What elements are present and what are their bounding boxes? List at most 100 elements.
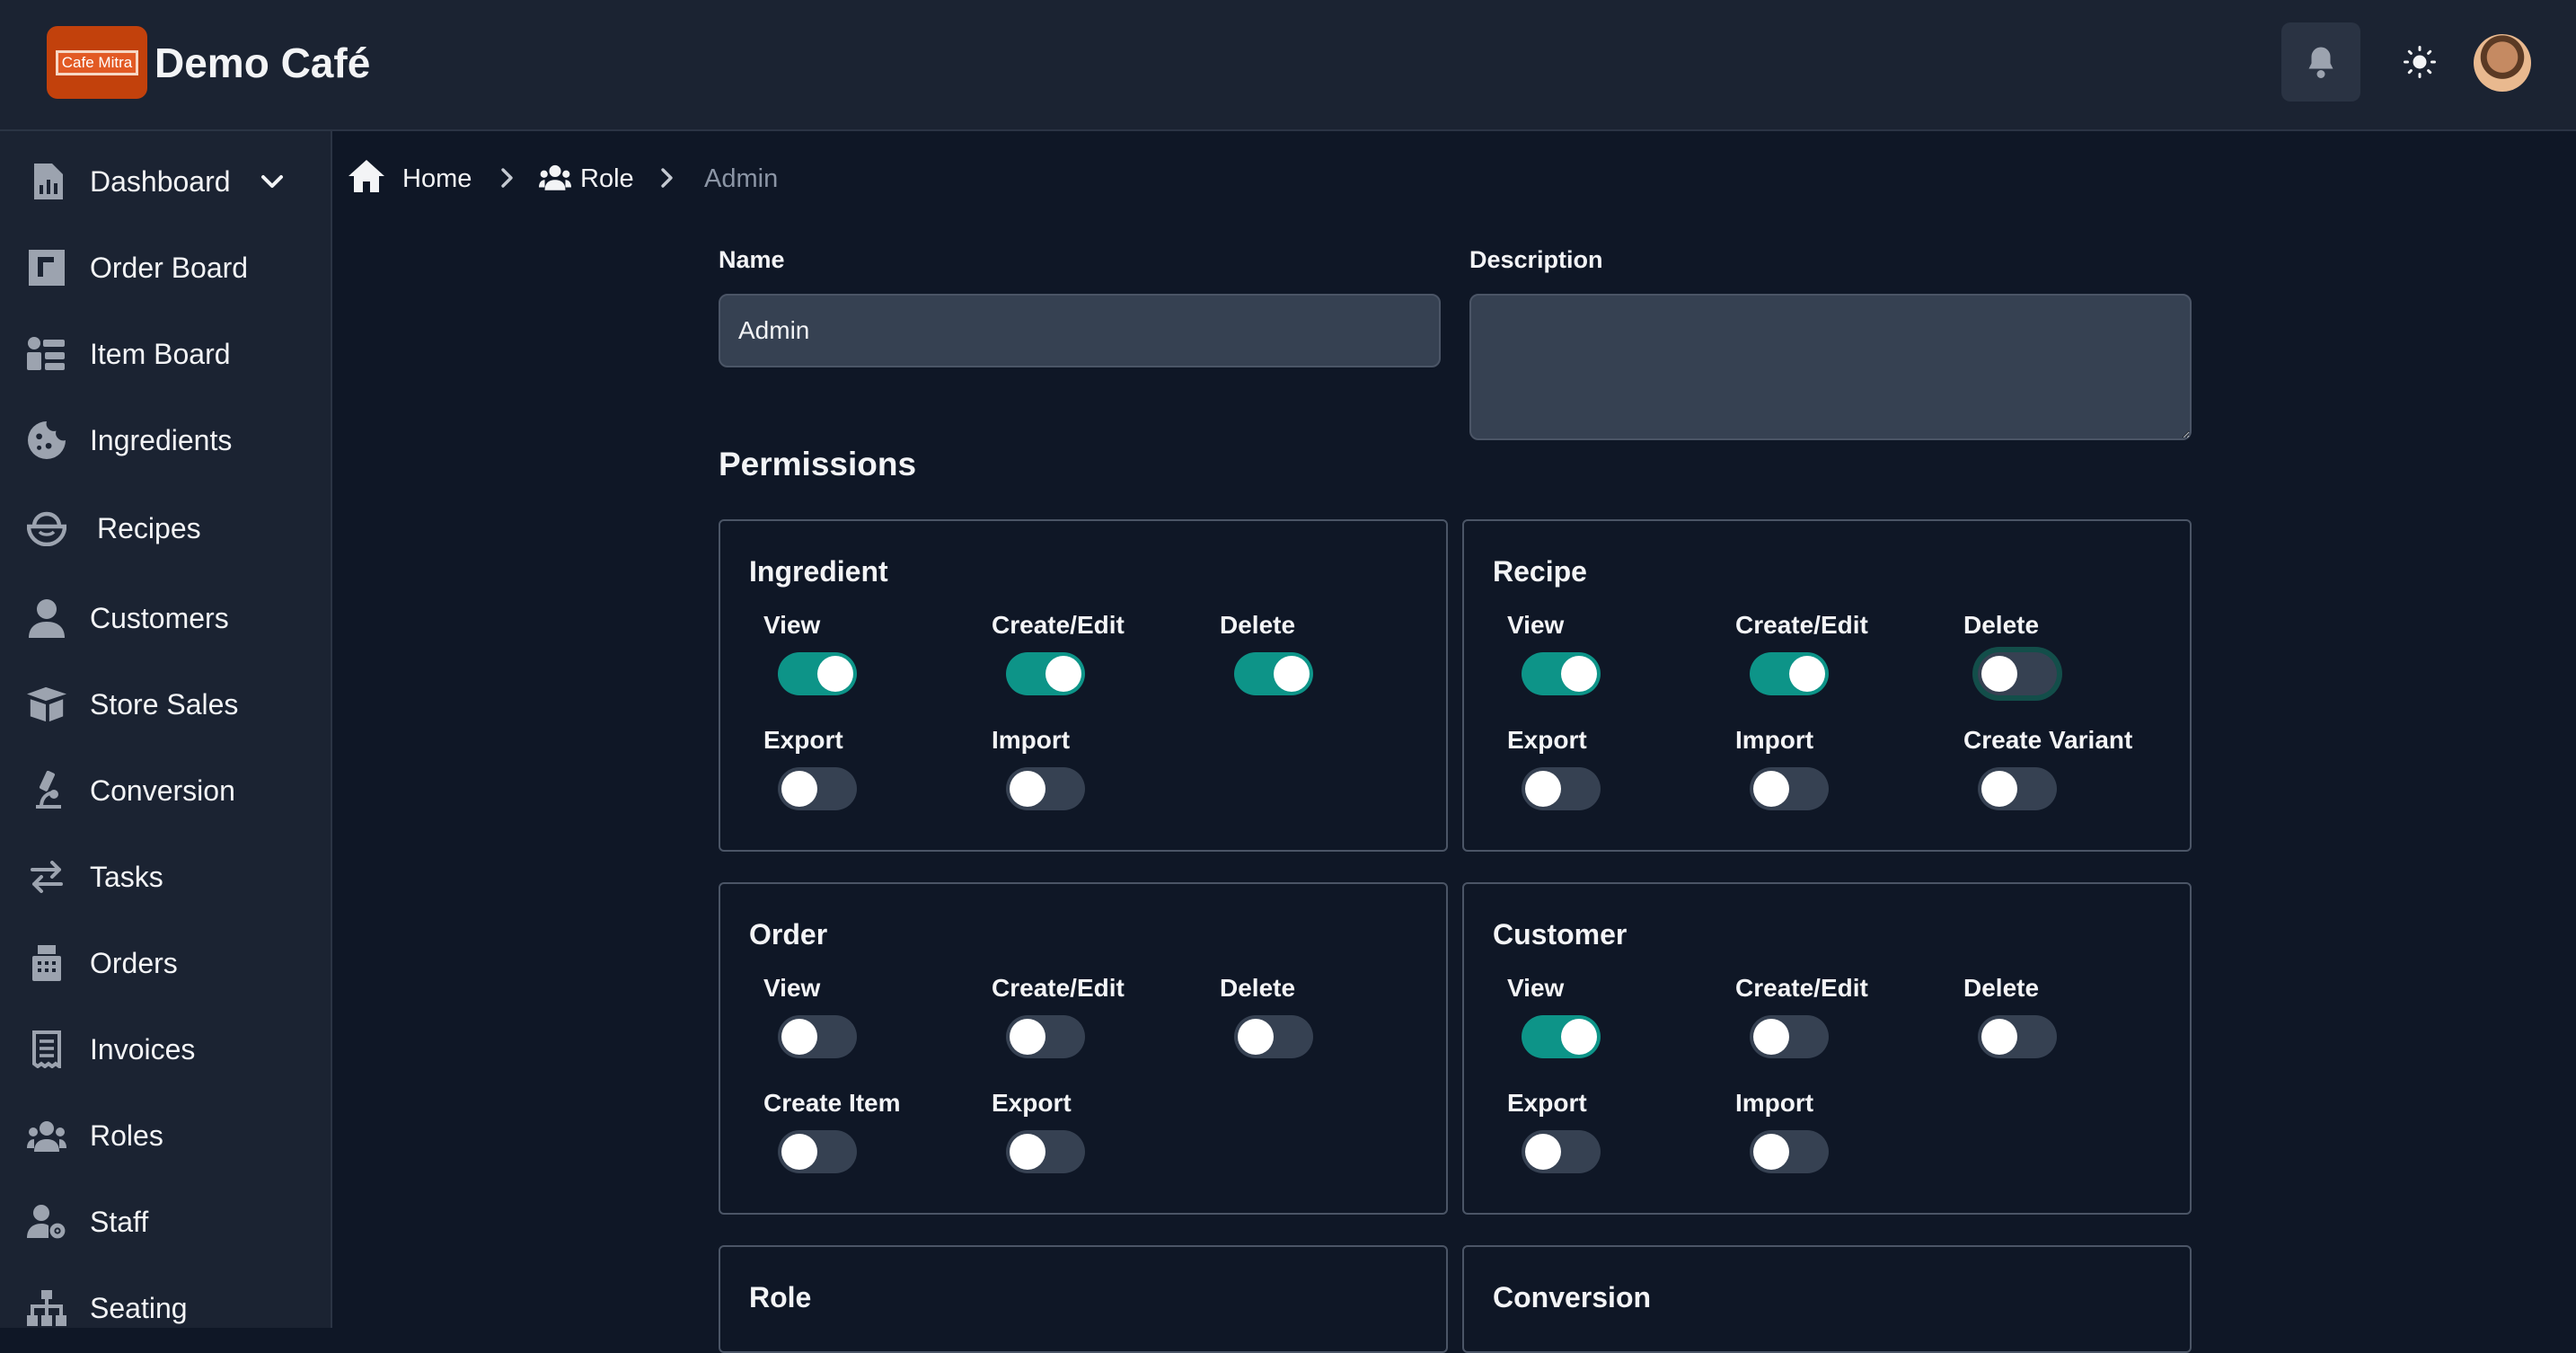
sidebar-item-label: Dashboard (90, 164, 231, 198)
sitemap-icon (27, 1288, 66, 1328)
perm-label-delete: Delete (1220, 974, 1296, 1002)
toggle-knob (1753, 1019, 1789, 1055)
toggle-knob (1045, 656, 1081, 692)
toggle-recipe-delete[interactable] (1978, 652, 2057, 695)
toggle-ingredient-delete[interactable] (1234, 652, 1313, 695)
sidebar-item-staff[interactable]: Staff (0, 1186, 331, 1258)
name-input[interactable] (719, 294, 1441, 367)
perm-label-import: Import (1735, 726, 1814, 754)
toggle-customer-create-edit[interactable] (1750, 1015, 1829, 1058)
toggle-recipe-create-edit[interactable] (1750, 652, 1829, 695)
sidebar-item-label: Customers (90, 601, 229, 634)
toggle-order-create-edit[interactable] (1006, 1015, 1085, 1058)
perm-label-export: Export (763, 726, 843, 754)
sidebar-item-ingredients[interactable]: Ingredients (0, 404, 331, 476)
perm-label-view: View (763, 974, 821, 1002)
toggle-customer-delete[interactable] (1978, 1015, 2057, 1058)
perm-label-view: View (1507, 611, 1565, 639)
toggle-ingredient-export[interactable] (778, 767, 857, 810)
sidebar-item-item-board[interactable]: Item Board (0, 318, 331, 390)
toggle-customer-import[interactable] (1750, 1130, 1829, 1173)
sidebar-item-orders[interactable]: Orders (0, 927, 331, 999)
sidebar-item-order-board[interactable]: Order Board (0, 232, 331, 304)
toggle-ingredient-view[interactable] (778, 652, 857, 695)
toggle-knob (1789, 656, 1825, 692)
toggle-knob (1525, 1134, 1561, 1170)
permission-card-recipe: Recipe View Create/Edit Delete Export Im… (1462, 519, 2192, 852)
toggle-recipe-export[interactable] (1522, 767, 1601, 810)
users-icon (27, 1116, 66, 1155)
permissions-title: Permissions (719, 446, 917, 482)
toggle-knob (817, 656, 853, 692)
perm-label-view: View (763, 611, 821, 639)
perm-label-create-edit: Create/Edit (992, 974, 1125, 1002)
toggle-order-delete[interactable] (1234, 1015, 1313, 1058)
toggle-ingredient-create-edit[interactable] (1006, 652, 1085, 695)
toggle-customer-view[interactable] (1522, 1015, 1601, 1058)
theme-toggle-button[interactable] (2380, 22, 2459, 102)
toggle-knob (1753, 1134, 1789, 1170)
sidebar-item-label: Seating (90, 1291, 188, 1324)
arrows-icon (27, 857, 66, 897)
toggle-knob (1561, 1019, 1597, 1055)
sidebar-item-conversion[interactable]: Conversion (0, 755, 331, 827)
sidebar-item-roles[interactable]: Roles (0, 1100, 331, 1172)
toggle-order-create-item[interactable] (778, 1130, 857, 1173)
toggle-knob (1753, 771, 1789, 807)
sidebar-item-invoices[interactable]: Invoices (0, 1013, 331, 1085)
sidebar-item-dashboard[interactable]: Dashboard (0, 146, 331, 217)
toggle-recipe-import[interactable] (1750, 767, 1829, 810)
description-textarea[interactable] (1469, 294, 2192, 440)
sidebar-item-label: Staff (90, 1205, 149, 1238)
breadcrumb-role[interactable]: Role (580, 162, 634, 196)
toggle-order-view[interactable] (778, 1015, 857, 1058)
chevron-down-icon[interactable] (259, 172, 286, 190)
receipt-icon (27, 1030, 66, 1069)
sidebar-item-label: Store Sales (90, 687, 239, 721)
breadcrumb-home[interactable]: Home (402, 162, 472, 196)
user-avatar[interactable] (2474, 34, 2531, 92)
perm-label-delete: Delete (1963, 611, 2040, 639)
toggle-knob (1238, 1019, 1274, 1055)
toggle-knob (1561, 656, 1597, 692)
sidebar-item-label: Tasks (90, 860, 163, 893)
toggle-knob (1010, 1134, 1045, 1170)
sidebar-item-customers[interactable]: Customers (0, 582, 331, 654)
perm-label-export: Export (1507, 726, 1587, 754)
permission-card-order: Order View Create/Edit Delete Create Ite… (719, 882, 1448, 1215)
sidebar-item-label: Recipes (97, 511, 201, 544)
cookie-icon (27, 420, 66, 460)
sidebar: Dashboard Order Board Item Board Ingredi… (0, 131, 332, 1328)
sidebar-item-store-sales[interactable]: Store Sales (0, 668, 331, 740)
permission-card-role: Role (719, 1245, 1448, 1353)
card-title: Recipe (1493, 555, 1587, 588)
board-icon (27, 248, 66, 287)
description-label: Description (1469, 246, 1603, 273)
sidebar-item-seating[interactable]: Seating (0, 1272, 331, 1344)
toggle-knob (1274, 656, 1310, 692)
notifications-button[interactable] (2281, 22, 2360, 102)
app-logo[interactable]: Cafe Mitra (47, 26, 147, 99)
chevron-right-icon (501, 168, 513, 188)
toggle-customer-export[interactable] (1522, 1130, 1601, 1173)
home-icon[interactable] (348, 160, 384, 192)
perm-label-export: Export (992, 1089, 1072, 1117)
toggle-ingredient-import[interactable] (1006, 767, 1085, 810)
perm-label-delete: Delete (1220, 611, 1296, 639)
card-title: Ingredient (749, 555, 888, 588)
perm-label-delete: Delete (1963, 974, 2040, 1002)
card-title: Conversion (1493, 1281, 1652, 1313)
sidebar-item-tasks[interactable]: Tasks (0, 841, 331, 913)
toggle-recipe-view[interactable] (1522, 652, 1601, 695)
box-icon (27, 685, 66, 724)
sun-icon (2404, 46, 2436, 78)
permission-card-conversion: Conversion (1462, 1245, 2192, 1353)
user-gear-icon (27, 1202, 66, 1242)
chart-icon (27, 162, 66, 201)
toggle-order-export[interactable] (1006, 1130, 1085, 1173)
toggle-recipe-create-variant[interactable] (1978, 767, 2057, 810)
perm-label-view: View (1507, 974, 1565, 1002)
perm-label-create-variant: Create Variant (1963, 726, 2133, 754)
sidebar-item-recipes[interactable]: Recipes (0, 492, 331, 564)
card-title: Customer (1493, 918, 1628, 951)
